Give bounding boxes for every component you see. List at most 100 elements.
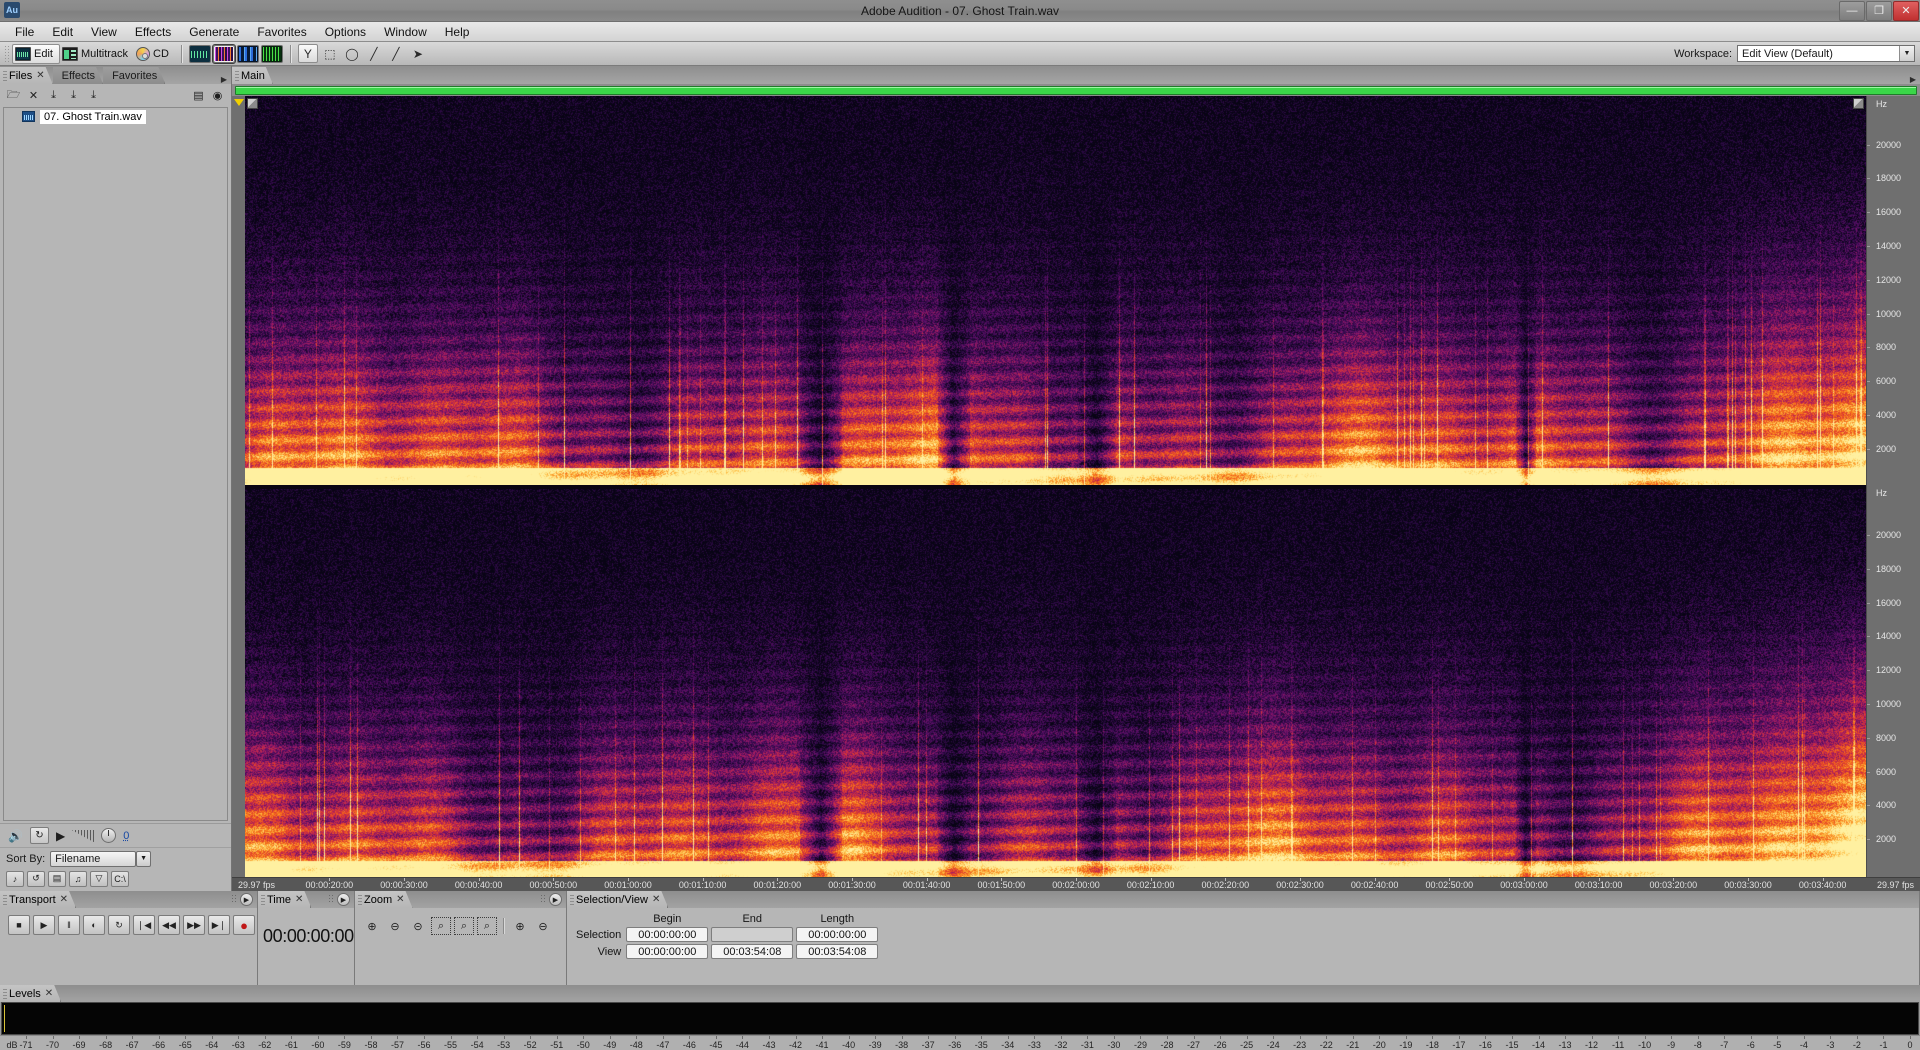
view-length-field[interactable]: 00:03:54:08 (796, 944, 879, 959)
time-ruler[interactable]: 29.97 fps 29.97 fps 00:00:20:00 00:00:30:… (232, 877, 1920, 891)
open-file-icon[interactable]: 🗁 (5, 87, 22, 103)
panel-grip-icon[interactable] (328, 894, 334, 904)
panel-grip-icon[interactable] (540, 894, 546, 904)
close-icon[interactable]: ✕ (45, 988, 53, 999)
close-icon[interactable]: ✕ (652, 894, 660, 905)
menu-window[interactable]: Window (375, 23, 436, 41)
menu-edit[interactable]: Edit (43, 23, 82, 41)
close-button[interactable]: ✕ (1893, 0, 1919, 21)
cd-view-button[interactable]: CD (134, 44, 175, 64)
spectral-pan-display-button[interactable] (236, 44, 259, 63)
selection-end-field[interactable] (711, 927, 794, 942)
show-audio-files-icon[interactable]: ♪ (6, 870, 24, 887)
right-channel-spectrogram[interactable] (245, 488, 1866, 877)
playhead-marker-icon[interactable] (234, 99, 244, 106)
extract-audio-from-cd-icon[interactable]: ⤓ (85, 87, 102, 103)
tab-files[interactable]: Files ✕ (0, 67, 53, 84)
list-item[interactable]: 07. Ghost Train.wav (4, 108, 227, 125)
chevron-down-icon[interactable]: ▼ (1899, 46, 1914, 61)
show-midi-files-icon[interactable]: ♫ (69, 870, 87, 887)
zoom-to-selection-button[interactable]: ⌕ (431, 917, 451, 935)
toolbar-grip[interactable] (4, 44, 9, 63)
close-icon[interactable]: ✕ (36, 70, 44, 81)
menu-view[interactable]: View (82, 23, 126, 41)
selection-length-field[interactable]: 00:00:00:00 (796, 927, 879, 942)
chevron-down-icon[interactable]: ▼ (136, 850, 152, 867)
tab-scroll-right-icon[interactable]: ▶ (1910, 75, 1916, 84)
rewind-button[interactable]: ◀◀ (158, 915, 180, 935)
play-icon[interactable]: ▶ (56, 829, 65, 843)
show-loop-files-icon[interactable]: ↺ (27, 870, 45, 887)
go-to-end-button[interactable]: ▶❘ (208, 915, 230, 935)
play-button[interactable]: ▶ (33, 915, 55, 935)
show-video-files-icon[interactable]: ▤ (48, 870, 66, 887)
time-selection-tool-icon[interactable]: Υ (297, 44, 318, 63)
play-from-cursor-button[interactable]: ◐ (83, 915, 105, 935)
zoom-out-horizontally-button[interactable]: ⊖ (385, 917, 405, 935)
lasso-selection-tool-icon[interactable]: ◯ (342, 44, 362, 63)
zoom-in-vertically-button[interactable]: ⊕ (510, 917, 530, 935)
menu-favorites[interactable]: Favorites (248, 23, 315, 41)
record-button[interactable]: ● (233, 915, 255, 935)
go-to-beginning-button[interactable]: ❘◀ (133, 915, 155, 935)
filter-view-icon[interactable]: ▽ (90, 870, 108, 887)
panel-menu-icon[interactable]: ▶ (240, 893, 253, 906)
auto-play-button[interactable]: ↻ (29, 827, 49, 844)
show-preview-icon[interactable]: ◉ (209, 87, 226, 103)
sort-by-select[interactable]: Filename ▼ (50, 850, 152, 867)
scrollbar-thumb[interactable] (235, 85, 1917, 95)
tab-main[interactable]: Main (232, 67, 273, 84)
zoom-out-full-both-axes-button[interactable]: ⊝ (408, 917, 428, 935)
panel-menu-icon[interactable]: ▶ (337, 893, 350, 906)
zoom-in-horizontally-button[interactable]: ⊕ (362, 917, 382, 935)
zoom-in-to-right-edge-button[interactable]: ⌕ (477, 917, 497, 935)
tab-levels[interactable]: Levels ✕ (0, 985, 61, 1002)
close-icon[interactable]: ✕ (295, 894, 303, 905)
spot-healing-brush-tool-icon[interactable]: ╱ (386, 44, 406, 63)
horizontal-scrollbar[interactable] (232, 84, 1920, 96)
menu-options[interactable]: Options (316, 23, 375, 41)
tab-selection-view[interactable]: Selection/View ✕ (567, 891, 668, 908)
fast-forward-button[interactable]: ▶▶ (183, 915, 205, 935)
loop-play-button[interactable]: ↻ (108, 915, 130, 935)
volume-value[interactable]: 0 (123, 830, 129, 842)
tab-scroll-right-icon[interactable]: ▶ (221, 75, 227, 84)
selection-begin-field[interactable]: 00:00:00:00 (626, 927, 709, 942)
edit-view-button[interactable]: Edit (12, 43, 60, 64)
menu-file[interactable]: File (6, 23, 43, 41)
file-list[interactable]: 07. Ghost Train.wav (3, 107, 228, 821)
stop-button[interactable]: ■ (8, 915, 30, 935)
close-file-icon[interactable]: ✕ (25, 87, 42, 103)
paintbrush-selection-tool-icon[interactable]: ╱ (364, 44, 384, 63)
spectral-phase-display-button[interactable] (260, 44, 283, 63)
move-tool-icon[interactable]: ➤ (408, 44, 428, 63)
display-handle-top-right[interactable] (1853, 98, 1864, 109)
minimize-button[interactable]: — (1839, 0, 1865, 21)
spectral-frequency-display-button[interactable] (211, 43, 236, 64)
insert-into-multitrack-icon[interactable]: ⤓ (45, 87, 62, 103)
panel-menu-icon[interactable]: ▶ (549, 893, 562, 906)
tab-transport[interactable]: Transport ✕ (0, 891, 76, 908)
show-full-paths-icon[interactable]: C:\ (111, 870, 129, 887)
editor-tab-scroll[interactable]: ▶ (1910, 75, 1920, 84)
pause-button[interactable]: ‖ (58, 915, 80, 935)
view-end-field[interactable]: 00:03:54:08 (711, 944, 794, 959)
waveform-display-button[interactable] (188, 44, 211, 63)
view-begin-field[interactable]: 00:00:00:00 (626, 944, 709, 959)
marquee-selection-tool-icon[interactable]: ⬚ (320, 44, 340, 63)
tab-time[interactable]: Time ✕ (258, 891, 311, 908)
zoom-in-to-left-edge-button[interactable]: ⌕ (454, 917, 474, 935)
left-channel-spectrogram[interactable] (245, 96, 1866, 485)
display-handle-top-left[interactable] (247, 98, 258, 109)
close-icon[interactable]: ✕ (396, 894, 404, 905)
level-meter[interactable] (1, 1002, 1919, 1035)
tab-zoom[interactable]: Zoom ✕ (355, 891, 413, 908)
zoom-out-vertically-button[interactable]: ⊖ (533, 917, 553, 935)
tab-effects[interactable]: Effects (53, 67, 103, 84)
multitrack-view-button[interactable]: Multitrack (60, 44, 134, 64)
speaker-icon[interactable]: 🔊 (8, 829, 23, 843)
close-icon[interactable]: ✕ (60, 894, 68, 905)
maximize-button[interactable]: ❐ (1866, 0, 1892, 21)
metadata-icon[interactable]: ▤ (190, 87, 207, 103)
menu-generate[interactable]: Generate (180, 23, 248, 41)
